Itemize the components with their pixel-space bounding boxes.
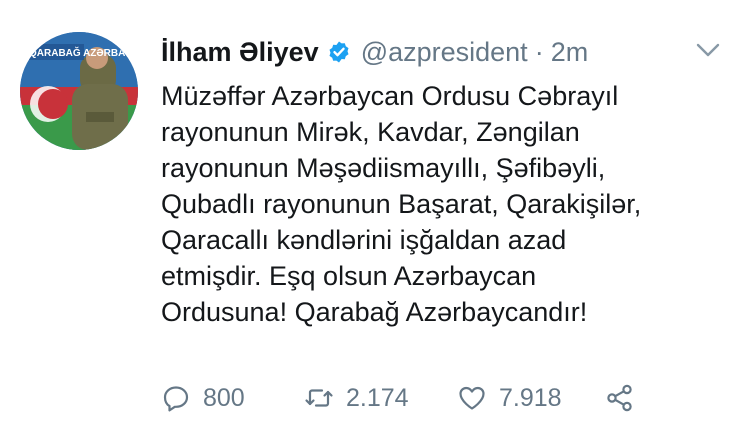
reply-count: 800 (203, 383, 245, 412)
timestamp[interactable]: 2m (551, 37, 589, 68)
chevron-down-icon[interactable] (696, 42, 720, 58)
tweet-line: etmişdir. Eşq olsun Azərbaycan (161, 261, 537, 291)
action-bar: 800 2.174 7.918 (161, 380, 641, 416)
user-handle[interactable]: @azpresident (361, 37, 528, 68)
verified-badge-icon (329, 41, 349, 63)
tweet-line: Ordusuna! Qarabağ Azərbaycandır! (161, 297, 588, 327)
tweet-line: rayonunun Məşədiismayıllı, Şəfibəyli, (161, 153, 606, 183)
tweet-text: Müzəffər Azərbaycan Ordusu Cəbrayıl rayo… (161, 78, 721, 330)
tweet-header: İlham Əliyev @azpresident · 2m (161, 33, 588, 71)
tweet-line: Qaracallı kəndlərini işğaldan azad (161, 225, 567, 255)
reply-button[interactable]: 800 (161, 380, 245, 416)
avatar[interactable]: QARABAĞ AZƏRBAYCANDIR! (20, 32, 138, 150)
avatar-image: QARABAĞ AZƏRBAYCANDIR! (20, 32, 138, 150)
tweet-line: Qubadlı rayonunun Başarat, Qarakişilər, (161, 189, 642, 219)
tweet-card: QARABAĞ AZƏRBAYCANDIR! İlham Əliyev @azp… (0, 0, 750, 434)
display-name[interactable]: İlham Əliyev (161, 37, 319, 68)
retweet-icon (305, 389, 333, 407)
separator-dot: · (534, 36, 544, 67)
tweet-line: Müzəffər Azərbaycan Ordusu Cəbrayıl (161, 81, 619, 111)
like-count: 7.918 (499, 383, 562, 412)
tweet-line: rayonunun Mirək, Kavdar, Zəngilan (161, 117, 580, 147)
retweet-button[interactable]: 2.174 (304, 380, 409, 416)
reply-icon (163, 386, 189, 412)
heart-icon (459, 386, 485, 410)
share-button[interactable] (605, 380, 635, 416)
like-button[interactable]: 7.918 (457, 380, 562, 416)
share-icon (607, 384, 632, 412)
retweet-count: 2.174 (346, 383, 409, 412)
avatar-text: QARABAĞ AZƏRBAYCANDIR! (29, 46, 138, 59)
